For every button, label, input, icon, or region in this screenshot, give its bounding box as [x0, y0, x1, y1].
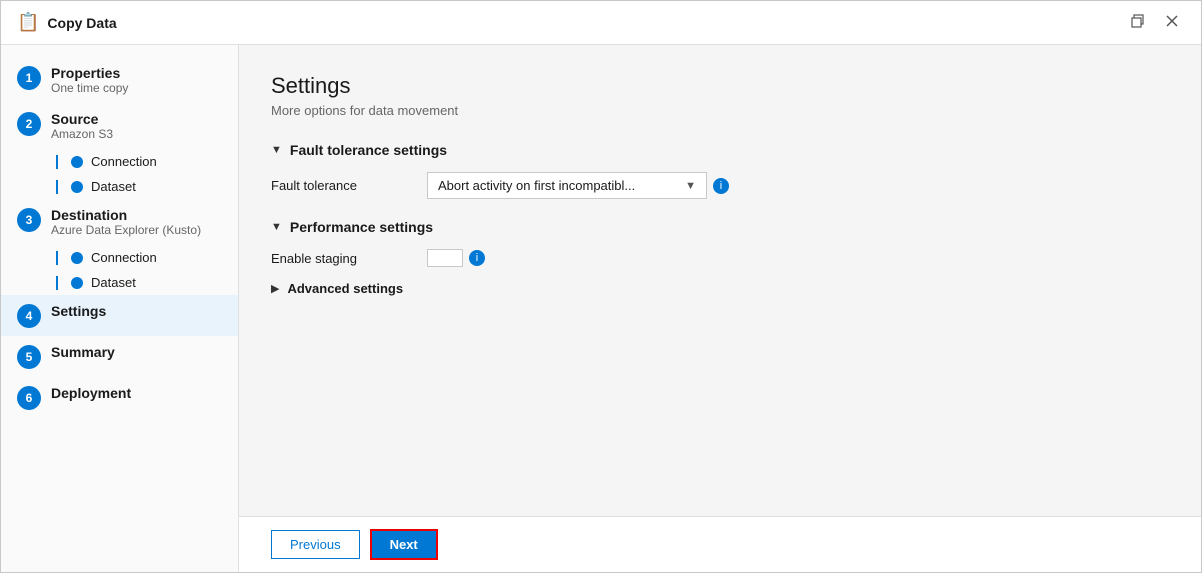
sidebar-step-deployment[interactable]: 6 Deployment — [1, 377, 238, 418]
destination-dataset-dot — [71, 277, 83, 289]
copy-data-icon: 📋 — [17, 12, 39, 33]
step-badge-4: 4 — [17, 304, 41, 328]
close-button[interactable] — [1159, 12, 1185, 34]
step-info-2: Source Amazon S3 — [51, 111, 113, 141]
window-title: Copy Data — [47, 15, 116, 31]
sidebar-step-summary[interactable]: 5 Summary — [1, 336, 238, 377]
source-connection-item[interactable]: Connection — [51, 149, 238, 174]
fault-tolerance-section: ▼ Fault tolerance settings Fault toleran… — [271, 142, 1169, 199]
sub-line3 — [56, 251, 58, 265]
fault-tolerance-arrow: ▼ — [685, 180, 696, 192]
fault-tolerance-info-icon[interactable]: i — [713, 178, 729, 194]
previous-button[interactable]: Previous — [271, 530, 360, 559]
enable-staging-label: Enable staging — [271, 251, 411, 266]
sidebar-step-destination[interactable]: 3 Destination Azure Data Explorer (Kusto… — [1, 199, 238, 245]
content-area: Settings More options for data movement … — [239, 45, 1201, 572]
destination-connection-label: Connection — [91, 250, 157, 265]
fault-tolerance-value: Abort activity on first incompatibl... — [438, 178, 635, 193]
sub-line2 — [56, 180, 58, 194]
footer: Previous Next — [239, 516, 1201, 572]
source-dataset-label: Dataset — [91, 179, 136, 194]
step-sublabel-properties: One time copy — [51, 81, 128, 95]
destination-dataset-label: Dataset — [91, 275, 136, 290]
source-connection-label: Connection — [91, 154, 157, 169]
performance-section: ▼ Performance settings Enable staging i … — [271, 219, 1169, 296]
performance-section-header: ▼ Performance settings — [271, 219, 1169, 235]
staging-info-icon[interactable]: i — [469, 250, 485, 266]
fault-collapse-icon[interactable]: ▼ — [271, 144, 282, 156]
performance-section-title: Performance settings — [290, 219, 433, 235]
fault-tolerance-label: Fault tolerance — [271, 178, 411, 193]
sidebar-step-source[interactable]: 2 Source Amazon S3 — [1, 103, 238, 149]
enable-staging-toggle[interactable] — [427, 249, 463, 267]
restore-button[interactable] — [1125, 12, 1151, 34]
step-label-settings: Settings — [51, 303, 106, 319]
step-label-properties: Properties — [51, 65, 128, 81]
fault-tolerance-select[interactable]: Abort activity on first incompatibl... ▼ — [427, 172, 707, 199]
step-badge-1: 1 — [17, 66, 41, 90]
step-label-source: Source — [51, 111, 113, 127]
source-connection-dot — [71, 156, 83, 168]
staging-wrap: i — [427, 249, 485, 267]
sub-line — [56, 155, 58, 169]
page-subtitle: More options for data movement — [271, 103, 1169, 118]
sidebar-step-settings[interactable]: 4 Settings — [1, 295, 238, 336]
source-sub-items: Connection Dataset — [1, 149, 238, 199]
destination-connection-item[interactable]: Connection — [51, 245, 238, 270]
step-info-1: Properties One time copy — [51, 65, 128, 95]
fault-section-title: Fault tolerance settings — [290, 142, 447, 158]
step-label-deployment: Deployment — [51, 385, 131, 401]
copy-data-window: 📋 Copy Data 1 — [0, 0, 1202, 573]
sidebar-step-properties[interactable]: 1 Properties One time copy — [1, 57, 238, 103]
step-sublabel-destination: Azure Data Explorer (Kusto) — [51, 223, 201, 237]
source-dataset-item[interactable]: Dataset — [51, 174, 238, 199]
step-badge-3: 3 — [17, 208, 41, 232]
step-info-5: Summary — [51, 344, 115, 360]
step-info-6: Deployment — [51, 385, 131, 401]
fault-tolerance-row: Fault tolerance Abort activity on first … — [271, 172, 1169, 199]
step-badge-6: 6 — [17, 386, 41, 410]
step-badge-2: 2 — [17, 112, 41, 136]
fault-section-header: ▼ Fault tolerance settings — [271, 142, 1169, 158]
sidebar: 1 Properties One time copy 2 Source Amaz… — [1, 45, 239, 572]
performance-collapse-icon[interactable]: ▼ — [271, 221, 282, 233]
advanced-settings-label: Advanced settings — [287, 281, 403, 296]
step-info-3: Destination Azure Data Explorer (Kusto) — [51, 207, 201, 237]
title-bar-left: 📋 Copy Data — [17, 12, 117, 33]
title-bar: 📋 Copy Data — [1, 1, 1201, 45]
next-button[interactable]: Next — [370, 529, 438, 560]
destination-dataset-item[interactable]: Dataset — [51, 270, 238, 295]
title-bar-controls — [1125, 12, 1185, 34]
destination-connection-dot — [71, 252, 83, 264]
sub-line4 — [56, 276, 58, 290]
step-sublabel-source: Amazon S3 — [51, 127, 113, 141]
fault-tolerance-select-wrap: Abort activity on first incompatibl... ▼… — [427, 172, 729, 199]
step-info-4: Settings — [51, 303, 106, 319]
page-title: Settings — [271, 73, 1169, 99]
step-badge-5: 5 — [17, 345, 41, 369]
content-inner: Settings More options for data movement … — [239, 45, 1201, 516]
destination-sub-items: Connection Dataset — [1, 245, 238, 295]
advanced-expand-icon: ▶ — [271, 282, 279, 295]
advanced-settings-row[interactable]: ▶ Advanced settings — [271, 281, 1169, 296]
step-label-destination: Destination — [51, 207, 201, 223]
source-dataset-dot — [71, 181, 83, 193]
main-body: 1 Properties One time copy 2 Source Amaz… — [1, 45, 1201, 572]
enable-staging-row: Enable staging i — [271, 249, 1169, 267]
step-label-summary: Summary — [51, 344, 115, 360]
